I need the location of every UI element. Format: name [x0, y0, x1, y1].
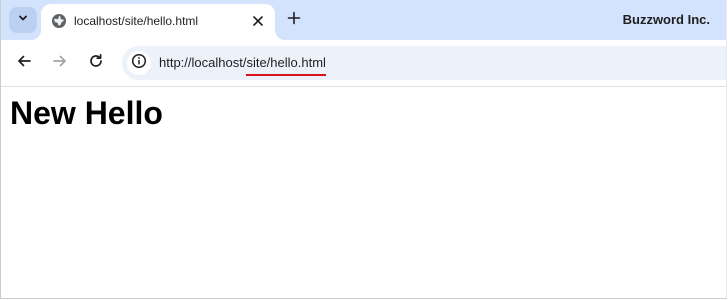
- forward-button[interactable]: [48, 51, 72, 75]
- profile-name[interactable]: Buzzword Inc.: [623, 12, 710, 27]
- back-button[interactable]: [12, 51, 36, 75]
- tab-active[interactable]: localhost/site/hello.html: [41, 4, 275, 40]
- chevron-down-icon: [17, 11, 29, 29]
- tab-title: localhost/site/hello.html: [74, 14, 199, 28]
- arrow-left-icon: [16, 53, 32, 74]
- globe-icon: [51, 13, 67, 29]
- info-icon: [131, 53, 147, 74]
- reload-icon: [88, 53, 104, 74]
- toolbar: http://localhost/site/hello.html: [1, 40, 726, 87]
- browser-window: localhost/site/hello.html Buzzword Inc.: [0, 0, 727, 299]
- address-bar[interactable]: http://localhost/site/hello.html: [122, 46, 726, 80]
- url-highlighted-path: site/hello.html: [246, 55, 327, 76]
- page-heading: New Hello: [10, 95, 163, 131]
- reload-button[interactable]: [84, 51, 108, 75]
- page-content: New Hello: [1, 87, 726, 298]
- url-text[interactable]: http://localhost/site/hello.html: [159, 55, 327, 76]
- new-tab-button[interactable]: [283, 9, 305, 31]
- tab-strip: localhost/site/hello.html Buzzword Inc.: [1, 0, 726, 40]
- close-icon[interactable]: [249, 12, 267, 30]
- arrow-right-icon: [52, 53, 68, 74]
- url-prefix: http://localhost/: [159, 55, 247, 70]
- plus-icon: [287, 11, 301, 30]
- site-info-button[interactable]: [127, 51, 151, 75]
